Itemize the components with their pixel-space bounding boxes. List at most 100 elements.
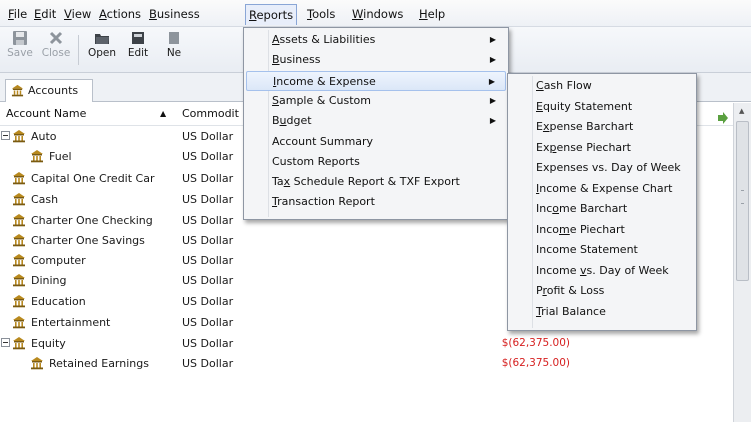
account-total: $(62,375.00): [501, 357, 570, 369]
menu-windows[interactable]: Windows: [352, 6, 403, 22]
account-commodity: US Dollar: [182, 337, 234, 350]
menu-help[interactable]: Help: [419, 6, 445, 22]
menu-item-label: Equity Statement: [536, 99, 633, 113]
menu-item-label: Assets & Liabilities: [272, 33, 376, 46]
bank-building-icon: [12, 294, 26, 308]
reports-menu-item[interactable]: Budget ▶: [246, 111, 506, 131]
collapse-toggle-icon[interactable]: [1, 131, 10, 140]
income-expense-menu-item[interactable]: Income Statement: [510, 240, 694, 260]
scroll-up-icon[interactable]: ▲: [739, 107, 744, 115]
account-commodity: US Dollar: [182, 214, 234, 227]
bank-building-icon: [12, 192, 26, 206]
account-commodity: US Dollar: [182, 234, 234, 247]
menu-item-label: Income Statement: [536, 243, 638, 256]
menu-item-label: Profit & Loss: [536, 284, 605, 297]
menu-edit[interactable]: Edit: [34, 6, 56, 22]
new-button[interactable]: Ne: [156, 30, 192, 59]
income-expense-menu-item[interactable]: Expenses vs. Day of Week: [510, 158, 694, 178]
menu-item-label: Tax Schedule Report & TXF Export: [272, 175, 460, 189]
income-expense-menu-item[interactable]: Expense Piechart: [510, 138, 694, 158]
income-expense-menu-item[interactable]: Income Barchart: [510, 199, 694, 219]
new-account-icon: [169, 32, 179, 44]
bank-building-icon: [12, 273, 26, 287]
income-expense-menu-item[interactable]: Expense Barchart: [510, 117, 694, 137]
menu-bar: File Edit View Actions Business Reports …: [0, 0, 751, 27]
submenu-arrow-icon: ▶: [489, 35, 496, 44]
vertical-scrollbar[interactable]: ▲: [733, 103, 751, 422]
reports-menu: Assets & Liabilities ▶ Business ▶ Income & E…: [243, 27, 509, 220]
menu-item-label: Sample & Custom: [272, 93, 371, 107]
menu-reports[interactable]: Reports: [245, 4, 298, 25]
submenu-arrow-icon: ▶: [488, 76, 495, 86]
income-expense-menu-item[interactable]: Income & Expense Chart: [510, 179, 694, 199]
account-commodity: US Dollar: [182, 172, 234, 185]
reports-menu-item[interactable]: Assets & Liabilities ▶: [246, 30, 506, 50]
menu-item-label: Custom Reports: [272, 154, 360, 168]
menu-item-label: Expenses vs. Day of Week: [536, 161, 681, 174]
scroll-thumb[interactable]: [736, 121, 749, 281]
account-commodity: US Dollar: [182, 193, 234, 206]
open-button[interactable]: Open: [84, 30, 120, 59]
sort-ascending-icon: ▲: [160, 109, 167, 118]
col-header-commodity[interactable]: Commodit: [182, 107, 239, 120]
reports-menu-item[interactable]: Tax Schedule Report & TXF Export: [246, 172, 506, 192]
income-expense-menu-item[interactable]: Income Piechart: [510, 220, 694, 240]
account-name: Computer: [31, 254, 86, 267]
reports-menu-item[interactable]: Custom Reports: [246, 152, 506, 172]
collapse-toggle-icon[interactable]: [1, 338, 10, 347]
edit-button[interactable]: Edit: [120, 30, 156, 59]
menu-item-label: Account Summary: [272, 134, 374, 148]
account-commodity: US Dollar: [182, 316, 234, 329]
menu-actions[interactable]: Actions: [99, 6, 141, 22]
bank-building-icon: [30, 149, 44, 163]
green-arrow-icon: [718, 112, 728, 124]
income-expense-menu-item[interactable]: Income vs. Day of Week: [510, 261, 694, 281]
menu-tools[interactable]: Tools: [307, 6, 335, 22]
menu-file[interactable]: File: [8, 6, 27, 22]
bank-building-icon: [12, 129, 26, 143]
open-folder-icon: [95, 34, 109, 44]
close-button[interactable]: Close: [38, 30, 74, 59]
edit-icon: [132, 32, 144, 44]
table-row[interactable]: Equity US Dollar $(62,375.00): [0, 334, 733, 354]
menu-item-label: Income vs. Day of Week: [536, 263, 669, 277]
scroll-grip-icon: [741, 190, 744, 204]
edit-label: Edit: [127, 47, 149, 59]
save-button[interactable]: Save: [2, 30, 38, 59]
reports-menu-item[interactable]: Income & Expense ▶: [246, 70, 506, 91]
account-commodity: US Dollar: [182, 357, 234, 370]
bank-building-icon: [12, 171, 26, 185]
close-x-icon: [49, 31, 63, 45]
close-label: Close: [41, 47, 71, 59]
menu-item-label: Budget: [272, 114, 312, 128]
tab-accounts-label: Accounts: [28, 84, 79, 97]
menu-item-label: Income & Expense: [273, 74, 376, 88]
income-expense-menu-item[interactable]: Trial Balance: [510, 302, 694, 322]
reports-menu-item[interactable]: Business ▶: [246, 50, 506, 70]
toolbar-separator: [78, 35, 79, 65]
income-expense-menu-item[interactable]: Equity Statement: [510, 97, 694, 117]
menu-view[interactable]: View: [64, 6, 91, 22]
income-expense-menu-item[interactable]: Profit & Loss: [510, 281, 694, 301]
menu-business[interactable]: Business: [149, 6, 200, 22]
menu-item-label: Transaction Report: [272, 195, 375, 209]
bank-building-icon: [12, 213, 26, 227]
income-expense-submenu: Cash Flow Equity Statement Expense Barchar…: [507, 73, 697, 331]
account-name: Fuel: [49, 150, 72, 163]
submenu-arrow-icon: ▶: [489, 116, 496, 126]
menu-item-label: Cash Flow: [536, 79, 592, 92]
menu-item-label: Income Piechart: [536, 222, 625, 236]
table-row[interactable]: Retained Earnings US Dollar $(62,375.00): [0, 354, 733, 374]
reports-menu-item[interactable]: Account Summary: [246, 132, 506, 152]
bank-building-icon: [11, 84, 24, 97]
reports-menu-item[interactable]: Sample & Custom ▶: [246, 91, 506, 111]
reports-menu-item[interactable]: Transaction Report: [246, 192, 506, 212]
tab-accounts[interactable]: Accounts: [5, 79, 93, 102]
account-name: Cash: [31, 193, 59, 206]
bank-building-icon: [12, 315, 26, 329]
bank-building-icon: [30, 356, 44, 370]
account-commodity: US Dollar: [182, 130, 234, 143]
account-commodity: US Dollar: [182, 150, 234, 163]
col-header-account-name[interactable]: Account Name: [6, 107, 86, 120]
income-expense-menu-item[interactable]: Cash Flow: [510, 76, 694, 96]
